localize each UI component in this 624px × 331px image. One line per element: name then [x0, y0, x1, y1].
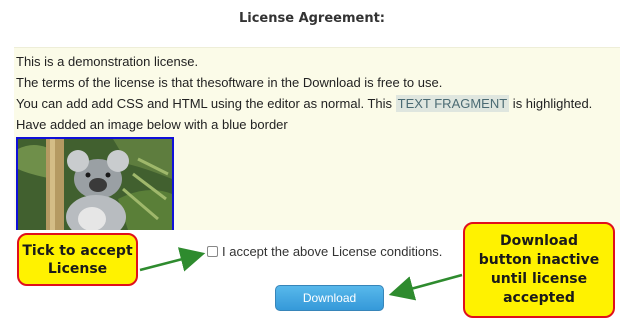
- license-line-3-start: You can add add CSS and HTML using the e…: [16, 96, 396, 111]
- license-text-panel: This is a demonstration license. The ter…: [14, 47, 620, 230]
- arrow-to-checkbox: [139, 247, 206, 272]
- accept-license-label[interactable]: I accept the above License conditions.: [222, 244, 442, 259]
- callout-right-line-2: button inactive: [478, 252, 600, 268]
- callout-left-line-2: License: [47, 261, 108, 277]
- callout-right-line-4: accepted: [503, 290, 575, 306]
- page-title: License Agreement:: [238, 11, 386, 26]
- callout-left-line-1: Tick to accept: [22, 243, 133, 259]
- accept-license-checkbox[interactable]: [207, 246, 218, 257]
- accept-license-row[interactable]: I accept the above License conditions.: [207, 244, 442, 259]
- license-line-1: This is a demonstration license.: [16, 54, 199, 69]
- license-line-3-end: is highlighted.: [509, 96, 593, 111]
- download-inactive-callout: Download button inactive until license a…: [463, 222, 615, 318]
- tick-to-accept-callout: Tick to accept License: [17, 233, 138, 286]
- callout-right-line-1: Download: [499, 233, 579, 249]
- callout-right-line-3: until license: [490, 271, 588, 287]
- koala-image: [16, 137, 174, 230]
- download-button[interactable]: Download: [275, 285, 384, 311]
- license-line-4: Have added an image below with a blue bo…: [16, 117, 288, 132]
- license-line-3: You can add add CSS and HTML using the e…: [16, 93, 620, 114]
- license-line-2: The terms of the license is that thesoft…: [16, 75, 443, 90]
- highlighted-text-fragment: TEXT FRAGMENT: [395, 95, 510, 112]
- arrow-to-download-button: [388, 273, 463, 301]
- koala-photo-illustration: [18, 139, 172, 230]
